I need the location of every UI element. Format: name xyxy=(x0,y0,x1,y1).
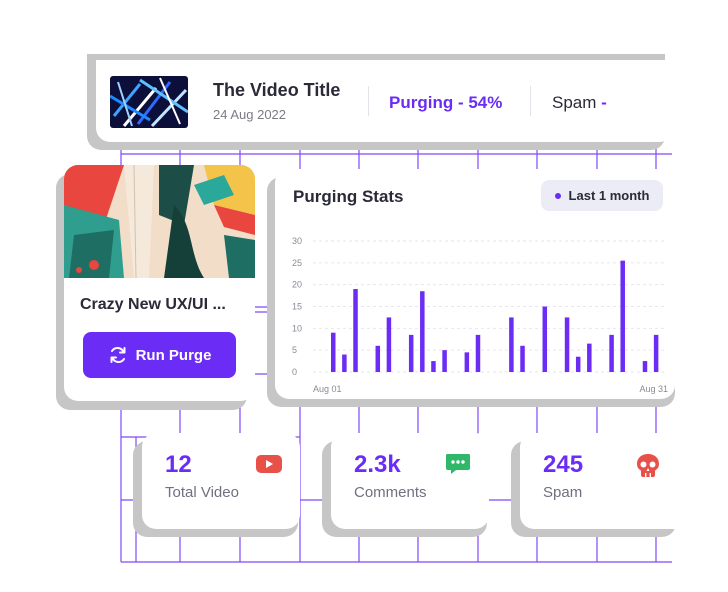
chart-bar xyxy=(386,317,392,372)
chart-bar xyxy=(375,345,381,372)
y-tick-label: 15 xyxy=(292,302,302,312)
divider xyxy=(368,86,369,116)
artwork-image xyxy=(64,165,255,278)
stat-value: 12 xyxy=(165,451,192,478)
chart-bar xyxy=(542,306,548,372)
refresh-icon xyxy=(110,346,126,364)
youtube-icon xyxy=(256,455,282,473)
chart-bar xyxy=(587,343,592,372)
divider xyxy=(530,86,531,116)
run-purge-label: Run Purge xyxy=(135,346,212,364)
spam-value: - xyxy=(601,93,607,112)
chart-bar xyxy=(620,260,625,372)
video-date: 24 Aug 2022 xyxy=(213,107,287,122)
chart-bar xyxy=(464,352,470,372)
bar-chart: 0 5 10 15 20 25 30 Aug 01 Aug 31 xyxy=(292,236,668,394)
spam-label: Spam xyxy=(552,93,597,112)
purging-stats-card: Purging Stats Last 1 month 0 5 10 15 20 25 30 A… xyxy=(275,169,675,399)
chart-bar xyxy=(420,291,425,372)
chart-bar xyxy=(475,334,481,372)
stat-label: Comments xyxy=(354,484,427,501)
chart-bar xyxy=(342,354,347,372)
stat-label: Total Video xyxy=(165,484,239,501)
y-tick-label: 10 xyxy=(292,323,302,333)
spam-status: Spam - xyxy=(552,93,607,113)
feature-video-title: Crazy New UX/UI ... xyxy=(80,296,226,313)
video-title: The Video Title xyxy=(213,80,341,100)
stat-card-total-video: 12 Total Video xyxy=(142,433,300,529)
video-thumbnail[interactable] xyxy=(110,76,188,128)
run-purge-button[interactable]: Run Purge xyxy=(83,332,236,378)
chart-bar xyxy=(509,317,514,372)
skull-icon xyxy=(637,454,659,477)
stat-card-spam: 245 Spam xyxy=(520,433,676,529)
y-tick-label: 0 xyxy=(292,367,297,377)
chart-bar xyxy=(520,345,525,372)
chart-bar xyxy=(564,317,570,372)
chart-bar xyxy=(408,334,414,372)
video-card[interactable]: The Video Title 24 Aug 2022 Purging - 54… xyxy=(96,60,674,142)
y-tick-label: 5 xyxy=(292,345,297,355)
y-tick-label: 20 xyxy=(292,280,302,290)
chart-bar xyxy=(353,289,358,372)
feature-video-card[interactable]: Crazy New UX/UI ... Run Purge xyxy=(64,165,255,401)
chart-bar xyxy=(431,361,436,372)
chart-bar xyxy=(331,332,336,372)
x-tick-label: Aug 01 xyxy=(313,384,342,394)
chart-bar xyxy=(442,350,447,372)
stat-value: 2.3k xyxy=(354,451,401,478)
chart-bar xyxy=(642,361,648,372)
y-tick-label: 25 xyxy=(292,258,302,268)
comment-icon xyxy=(446,454,470,474)
stat-card-comments: 2.3k Comments xyxy=(331,433,489,529)
stat-label: Spam xyxy=(543,484,583,501)
x-tick-label: Aug 31 xyxy=(639,384,668,394)
purging-status: Purging - 54% xyxy=(389,93,503,112)
chart-bar xyxy=(575,356,581,372)
chart-bar xyxy=(609,334,614,372)
chart-bar xyxy=(653,334,659,372)
y-tick-label: 30 xyxy=(292,236,302,246)
stat-value: 245 xyxy=(543,451,584,478)
